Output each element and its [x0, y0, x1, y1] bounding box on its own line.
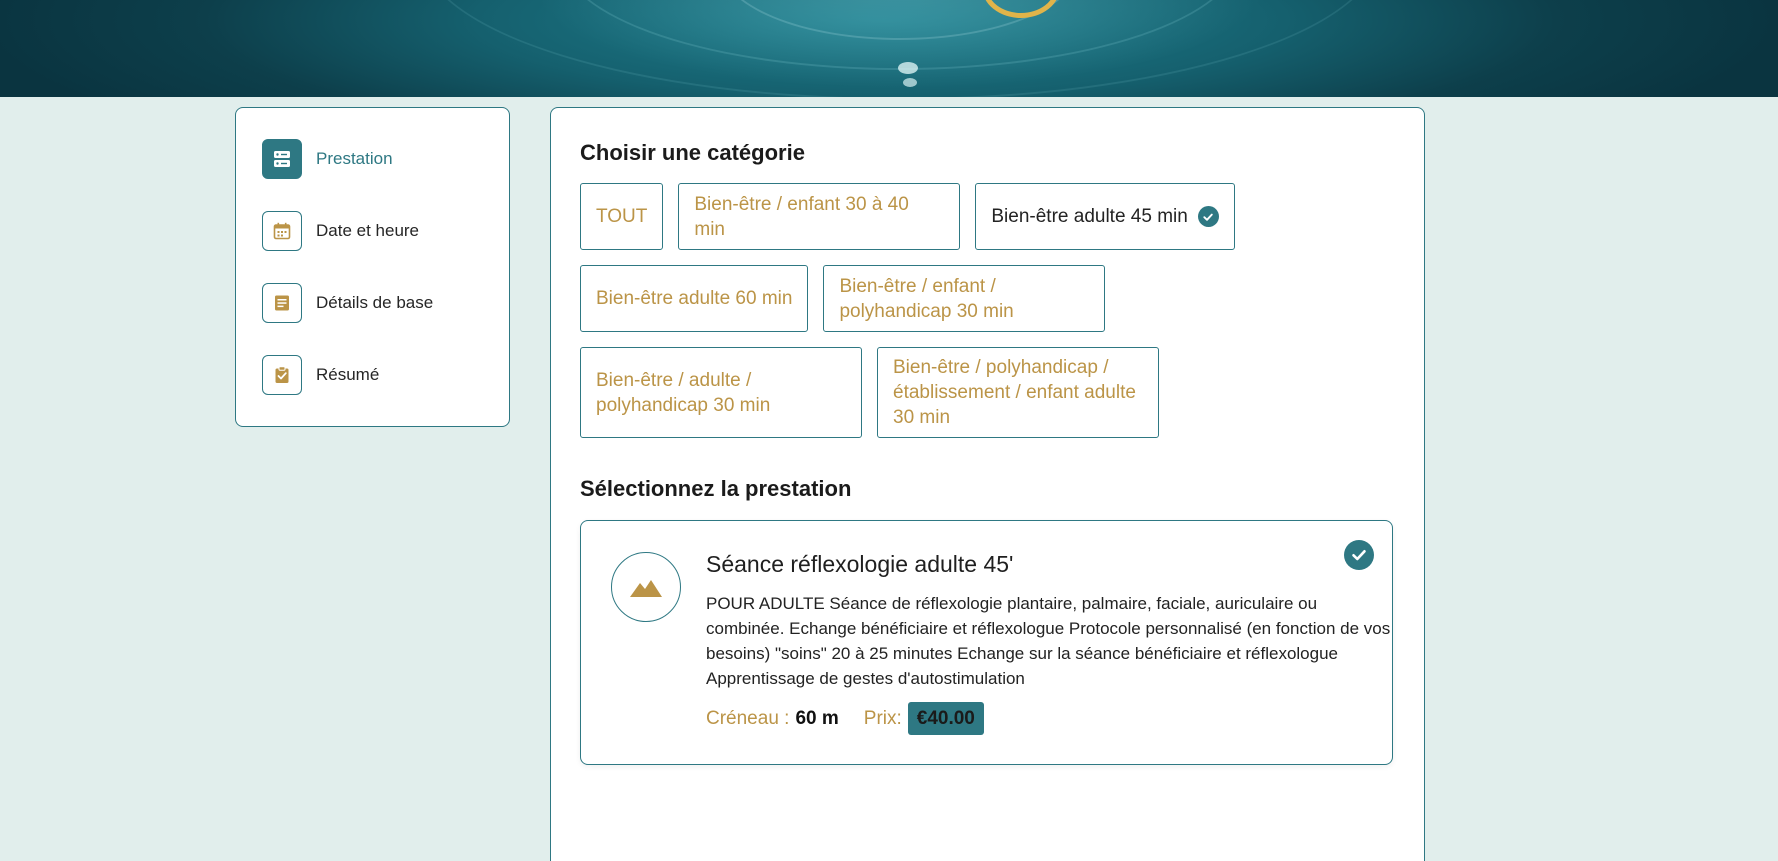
services-title: Sélectionnez la prestation [580, 476, 852, 501]
service-meta: Créneau : 60 m Prix: €40.00 [706, 702, 984, 735]
mountain-image-icon [611, 552, 681, 622]
water-drop [898, 62, 918, 74]
calendar-icon [262, 211, 302, 251]
step-label: Prestation [316, 149, 393, 168]
category-adulte-polyhandicap-30[interactable]: Bien-être / adulte / polyhandicap 30 min [580, 347, 862, 438]
category-adulte-45[interactable]: Bien-être adulte 45 min [975, 183, 1235, 250]
check-circle-icon [1197, 206, 1219, 227]
document-icon [262, 283, 302, 323]
category-label: Bien-être adulte 60 min [596, 288, 793, 309]
service-card[interactable]: Séance réflexologie adulte 45' POUR ADUL… [580, 520, 1393, 765]
category-label: Bien-être / adulte / polyhandicap 30 min [596, 369, 771, 416]
category-label: Bien-être / enfant 30 à 40 min [694, 193, 909, 240]
step-label: Résumé [316, 365, 380, 384]
booking-stepper: Prestation Date et heure Détails de base… [235, 107, 510, 427]
service-title: Séance réflexologie adulte 45' [706, 551, 1014, 577]
step-prestation[interactable]: Prestation [262, 139, 483, 179]
category-label: Bien-être / enfant / polyhandicap 30 min [839, 275, 1014, 322]
price-label: Prix: [863, 707, 902, 729]
price-badge: €40.00 [907, 702, 984, 735]
category-label: TOUT [596, 206, 648, 227]
category-tout[interactable]: TOUT [580, 183, 664, 250]
clipboard-check-icon [262, 355, 302, 395]
category-enfant-30-40[interactable]: Bien-être / enfant 30 à 40 min [678, 183, 961, 250]
slot-value: 60 m [795, 707, 839, 729]
categories-title: Choisir une catégorie [580, 140, 805, 165]
step-date-et-heure[interactable]: Date et heure [262, 211, 483, 251]
main-panel: Choisir une catégorie TOUT Bien-être / e… [550, 107, 1425, 861]
hero-banner [0, 0, 1778, 97]
check-circle-icon [1344, 540, 1374, 570]
server-icon [262, 139, 302, 179]
category-polyhandicap-etablissement[interactable]: Bien-être / polyhandicap / établissement… [877, 347, 1159, 438]
category-adulte-60[interactable]: Bien-être adulte 60 min [580, 265, 809, 332]
step-resume[interactable]: Résumé [262, 355, 483, 395]
category-enfant-polyhandicap-30[interactable]: Bien-être / enfant / polyhandicap 30 min [823, 265, 1106, 332]
category-label: Bien-être adulte 45 min [991, 206, 1188, 227]
water-drop [903, 78, 917, 87]
step-details-de-base[interactable]: Détails de base [262, 283, 483, 323]
slot-label: Créneau : [706, 707, 790, 729]
category-list: TOUT Bien-être / enfant 30 à 40 min Bien… [580, 183, 1400, 438]
category-label: Bien-être / polyhandicap / établissement… [893, 357, 1136, 428]
service-description: POUR ADULTE Séance de réflexologie plant… [706, 594, 1391, 688]
step-label: Date et heure [316, 221, 420, 240]
step-label: Détails de base [316, 293, 434, 312]
